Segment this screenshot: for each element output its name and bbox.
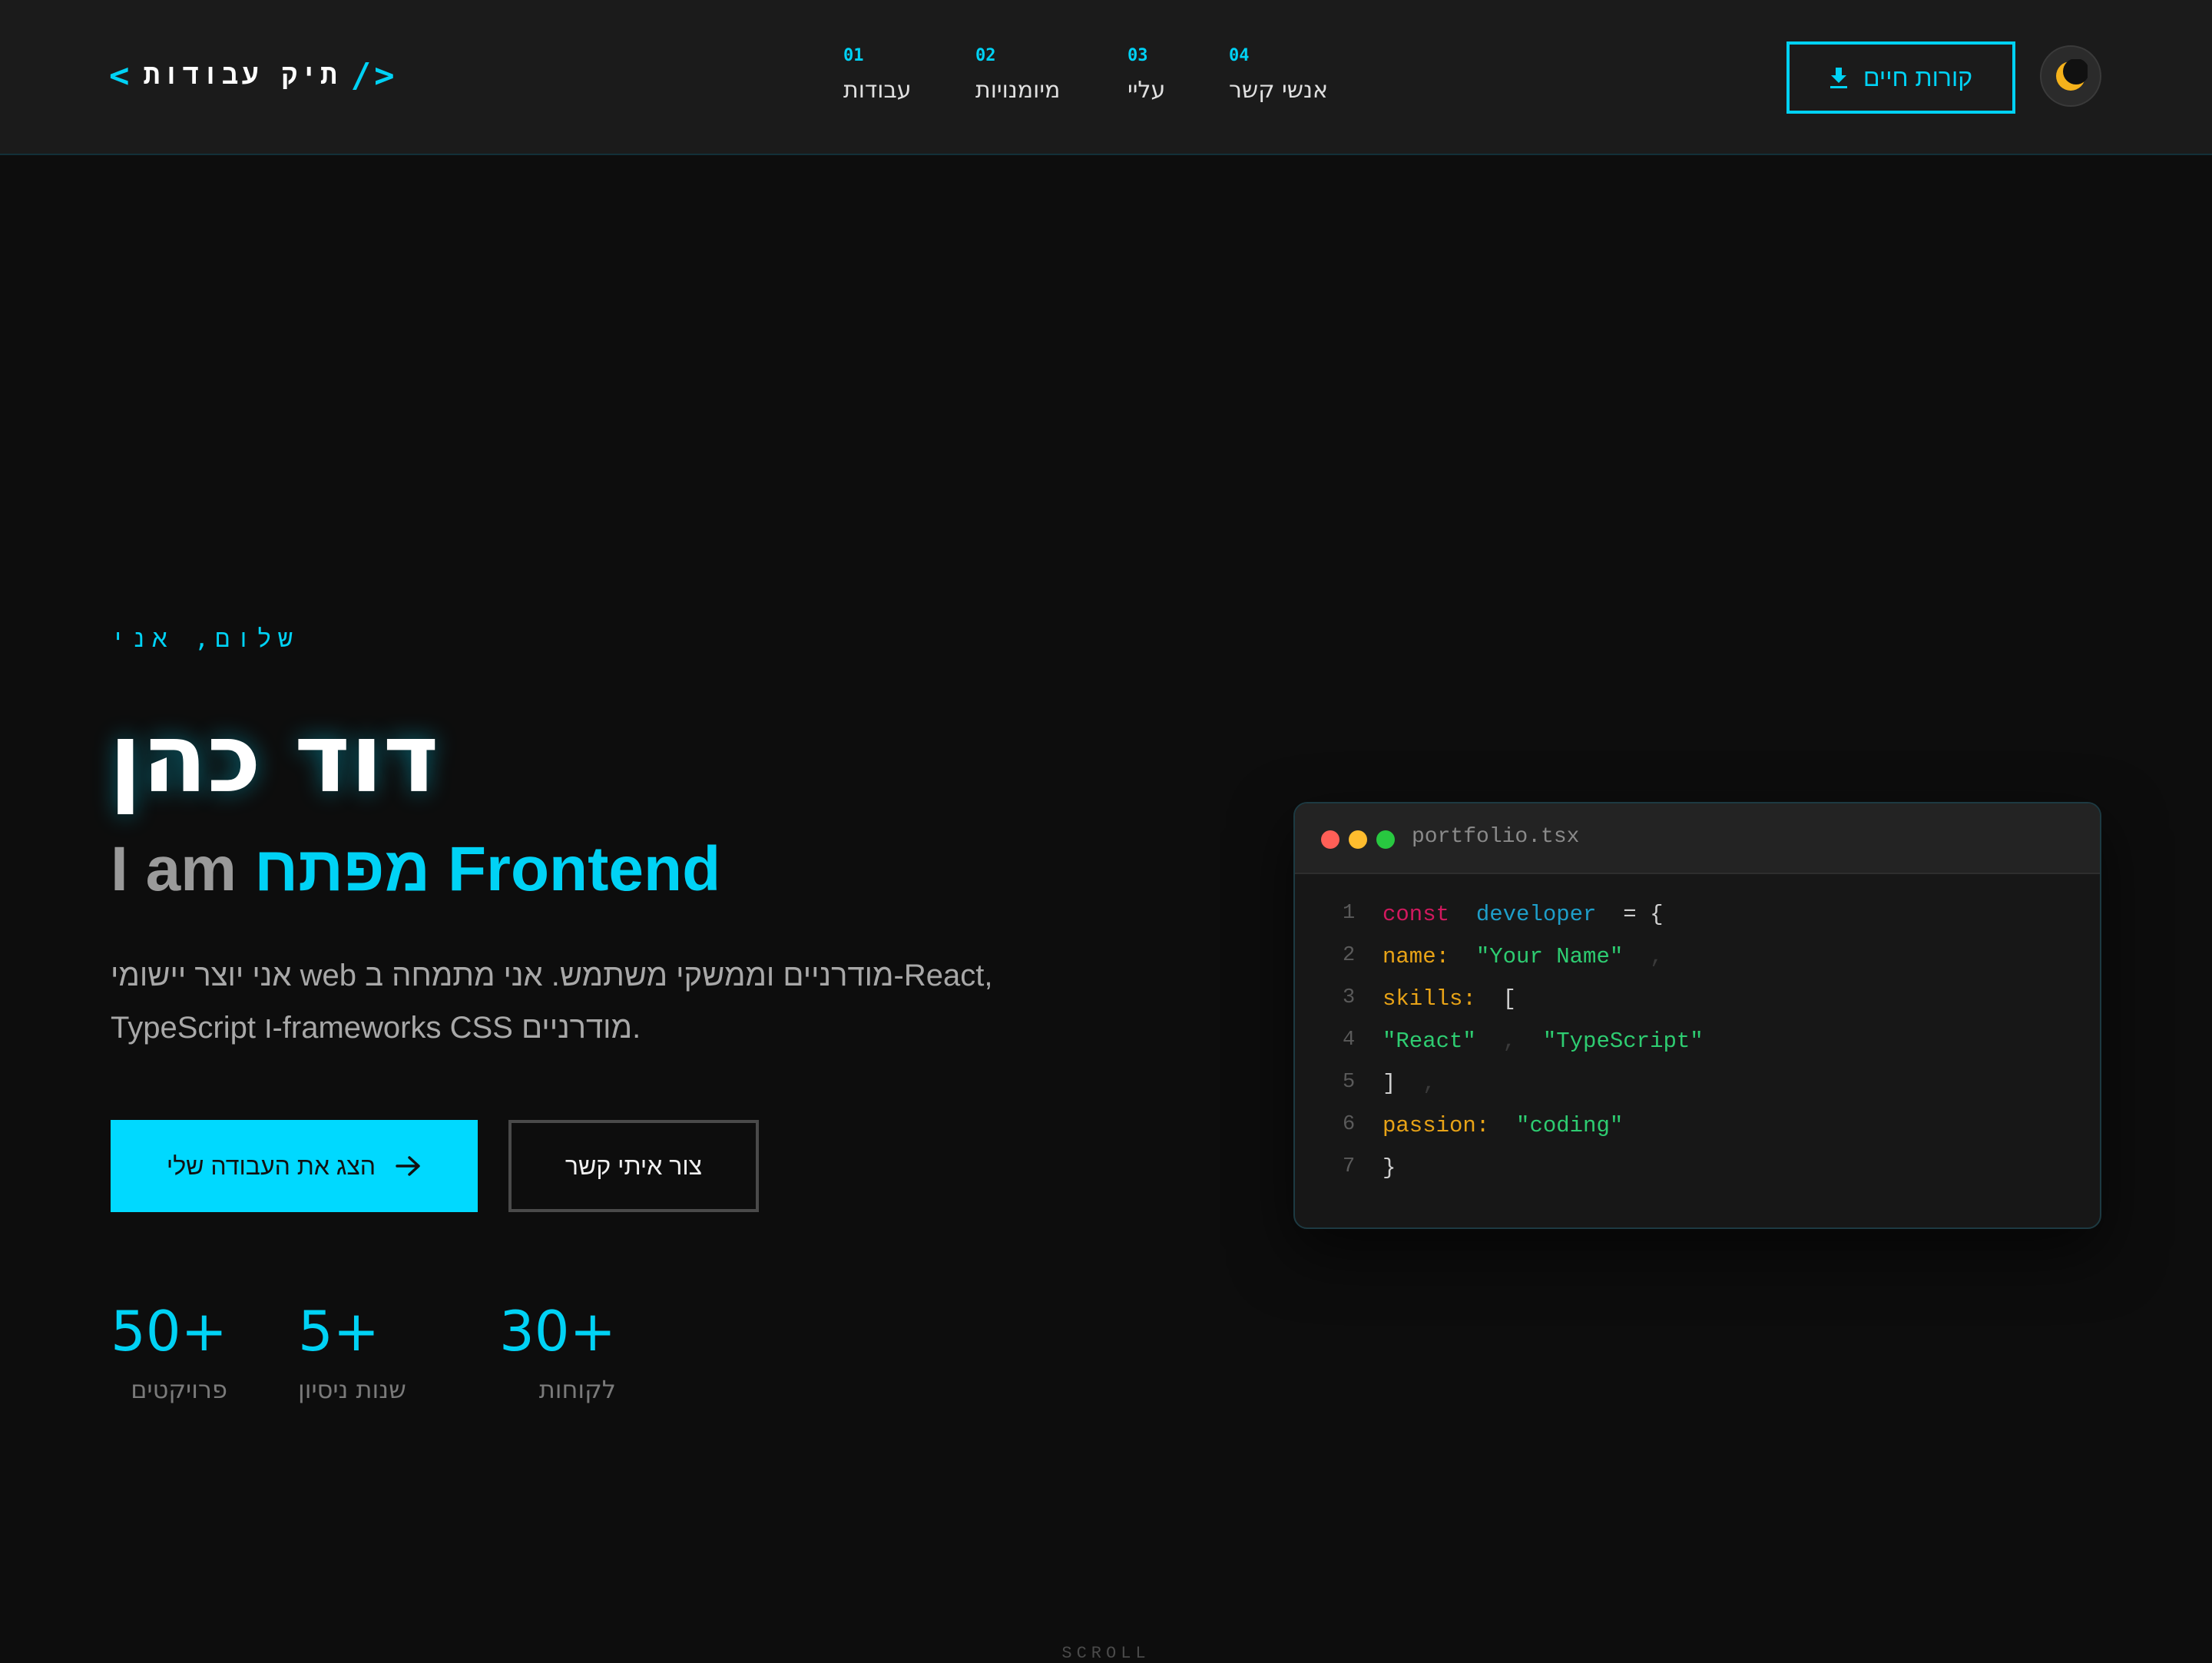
nav-item-label: עבודות <box>843 77 912 104</box>
code-line: 2 name: "Your Name" , <box>1295 944 2100 986</box>
stat-value: 30+ <box>499 1299 616 1363</box>
hero-role-prefix: I am <box>111 834 237 904</box>
hero-description: אני יוצר יישומי web מודרניים וממשקי משתמ… <box>111 949 1124 1054</box>
hero-greeting: שלום, אני <box>111 624 299 653</box>
code-line: 4 "React" , "TypeScript" <box>1295 1029 2100 1071</box>
code-window: portfolio.tsx 1 const developer = { 2 name:… <box>1293 802 2101 1229</box>
code-body: 1 const developer = { 2 name: "Your Name" ,… <box>1295 902 2100 1198</box>
hero-role-accent: מפתח Frontend <box>253 834 721 904</box>
code-token: , <box>1396 1071 1436 1096</box>
code-line-source: const developer = { <box>1382 902 1663 927</box>
arrow-right-icon <box>396 1156 420 1176</box>
code-token: "React" <box>1382 1029 1476 1054</box>
code-token: developer <box>1475 902 1597 927</box>
code-token: = { <box>1596 902 1664 927</box>
stat-label: שנות ניסיון <box>298 1375 406 1404</box>
nav-item-number: 01 <box>843 46 864 65</box>
code-line-number: 3 <box>1343 986 1356 1009</box>
stat-projects: 50+ פרויקטים <box>111 1298 227 1404</box>
stat-clients: 30+ לקוחות <box>499 1298 616 1404</box>
code-token: , <box>1475 1029 1543 1054</box>
cv-button-label: קורות חיים <box>1863 63 1973 91</box>
nav-item-number: 04 <box>1229 46 1250 65</box>
code-token: passion: <box>1382 1113 1490 1138</box>
code-line: 7} <box>1295 1155 2100 1198</box>
code-filename: portfolio.tsx <box>1412 825 1580 849</box>
code-line-number: 2 <box>1343 944 1356 967</box>
code-token: "Your Name" <box>1475 944 1624 969</box>
nav-item-label: עליי <box>1128 77 1166 104</box>
code-token: "coding" <box>1516 1113 1624 1138</box>
view-work-button[interactable]: הצג את העבודה שלי <box>111 1120 478 1212</box>
nav-item-label: מיומנויות <box>975 77 1061 104</box>
code-token: , <box>1623 944 1664 969</box>
code-line-source: name: "Your Name" , <box>1382 944 1663 969</box>
code-line: 6 passion: "coding" <box>1295 1113 2100 1155</box>
logo-bracket-left: < <box>109 55 133 95</box>
window-maximize-dot <box>1376 830 1395 849</box>
code-line-source: } <box>1382 1155 1396 1181</box>
code-line-number: 6 <box>1343 1113 1356 1136</box>
code-token: ] <box>1382 1071 1396 1096</box>
code-line-number: 4 <box>1343 1029 1356 1052</box>
code-line: 3 skills: [ <box>1295 986 2100 1029</box>
contact-me-button[interactable]: צור איתי קשר <box>508 1120 759 1212</box>
code-token: const <box>1382 902 1450 927</box>
logo-bracket-right: /> <box>350 55 398 95</box>
code-line: 1 const developer = { <box>1295 902 2100 944</box>
view-work-label: הצג את העבודה שלי <box>166 1151 376 1180</box>
code-token: [ <box>1475 986 1517 1012</box>
code-token: } <box>1382 1155 1396 1181</box>
hero-description-line: אני יוצר יישומי web מודרניים וממשקי משתמ… <box>111 959 993 992</box>
code-line-number: 7 <box>1343 1155 1356 1178</box>
code-token: skills: <box>1382 986 1476 1012</box>
logo[interactable]: < תיק עבודות /> <box>109 54 398 97</box>
nav-item-number: 03 <box>1128 46 1148 65</box>
contact-me-label: צור איתי קשר <box>565 1151 703 1180</box>
scroll-hint: SCROLL <box>1061 1644 1151 1663</box>
code-line-source: passion: "coding" <box>1382 1113 1623 1138</box>
stat-label: לקוחות <box>538 1375 616 1404</box>
code-line: 5] , <box>1295 1071 2100 1113</box>
nav-item-number: 02 <box>975 46 996 65</box>
moon-icon <box>2056 59 2088 91</box>
code-token: name: <box>1382 944 1450 969</box>
logo-text: תיק עבודות <box>143 58 340 91</box>
window-minimize-dot <box>1349 830 1367 849</box>
theme-toggle-button[interactable] <box>2040 45 2101 107</box>
window-close-dot <box>1321 830 1339 849</box>
code-line-source: skills: [ <box>1382 986 1516 1012</box>
site-header: < תיק עבודות /> 01 עבודות 02 מיומנויות 0… <box>0 0 2212 155</box>
download-icon <box>1830 68 1847 88</box>
code-line-number: 5 <box>1343 1071 1356 1094</box>
hero-role: I am מפתח Frontend <box>111 833 720 906</box>
hero-name: דוד כהן <box>109 704 439 814</box>
code-titlebar: portfolio.tsx <box>1295 803 2100 874</box>
hero-description-line: TypeScript ו-frameworks CSS מודרניים. <box>111 1011 641 1045</box>
code-line-number: 1 <box>1343 902 1356 925</box>
nav-item-label: אנשי קשר <box>1229 77 1329 104</box>
stat-experience: 5+ שנות ניסיון <box>298 1298 406 1404</box>
stat-value: 50+ <box>111 1299 227 1363</box>
code-line-source: "React" , "TypeScript" <box>1382 1029 1704 1054</box>
stat-label: פרויקטים <box>131 1375 227 1404</box>
code-line-source: ] , <box>1382 1071 1436 1096</box>
code-token: "TypeScript" <box>1542 1029 1704 1054</box>
cv-download-button[interactable]: קורות חיים <box>1786 41 2015 114</box>
stat-value: 5+ <box>298 1299 380 1363</box>
